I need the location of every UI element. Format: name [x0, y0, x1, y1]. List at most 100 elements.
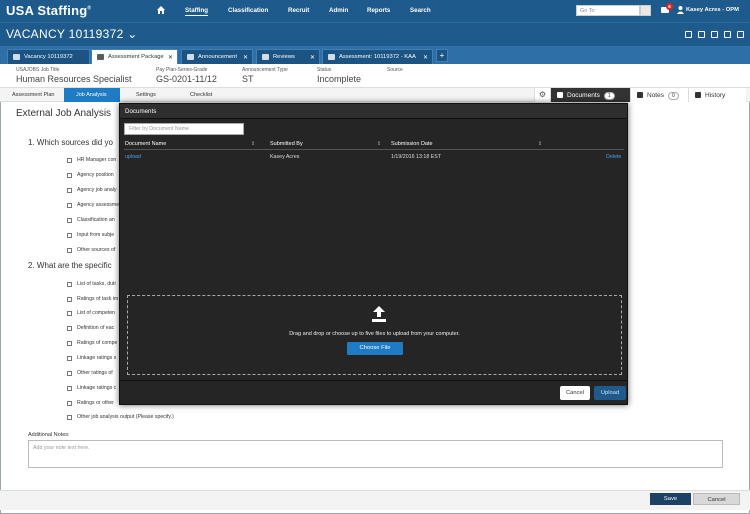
- document-filter-input[interactable]: Filter by Document Name: [124, 123, 244, 135]
- question-1: 1. Which sources did yo: [28, 138, 113, 147]
- col-document-name[interactable]: Document Name: [125, 141, 166, 147]
- checkbox[interactable]: [67, 385, 72, 391]
- checkbox[interactable]: [67, 296, 72, 302]
- upload-icon: [372, 306, 386, 322]
- checkbox[interactable]: [67, 172, 72, 178]
- nav-search[interactable]: Search: [410, 7, 431, 14]
- q2-option[interactable]: Other job analysis output (Please specif…: [67, 414, 174, 420]
- add-tab-button[interactable]: +: [436, 49, 448, 62]
- q2-option[interactable]: List of tasks, duti: [67, 281, 116, 287]
- question-2: 2. What are the specific: [28, 261, 112, 270]
- folder-icon: [13, 54, 20, 60]
- q2-option[interactable]: List of competen: [67, 310, 115, 316]
- tab-vacancy[interactable]: Vacancy 10119372: [7, 49, 90, 64]
- q2-option[interactable]: Ratings of compe: [67, 340, 117, 346]
- user-menu[interactable]: Kasey Acres - OPM: [686, 7, 739, 13]
- mail-count-badge: 6: [666, 3, 673, 10]
- checkbox[interactable]: [67, 217, 72, 223]
- sort-icon[interactable]: ⇕: [377, 141, 381, 147]
- documents-button[interactable]: Documents 1: [550, 88, 630, 102]
- col-submission-date[interactable]: Submission Date: [391, 141, 433, 147]
- modal-upload-button[interactable]: Upload: [594, 386, 626, 400]
- job-title-label: USAJOBS Job Title: [16, 67, 60, 73]
- notes-textarea[interactable]: Add your note text here.: [28, 440, 723, 468]
- close-icon[interactable]: ✕: [243, 54, 248, 61]
- app-logo[interactable]: USA Staffing®: [6, 3, 91, 18]
- mail-icon[interactable]: [711, 31, 718, 38]
- modal-cancel-button[interactable]: Cancel: [560, 386, 590, 400]
- nav-admin[interactable]: Admin: [329, 7, 348, 14]
- q2-option[interactable]: Other ratings of: [67, 370, 113, 376]
- goto-input[interactable]: Go To: [576, 5, 640, 16]
- nav-reports[interactable]: Reports: [367, 7, 390, 14]
- step-job-analysis[interactable]: Job Analysis: [64, 88, 120, 102]
- sort-icon[interactable]: ⇕: [251, 141, 255, 147]
- checkbox[interactable]: [67, 340, 72, 346]
- close-icon[interactable]: ✕: [423, 54, 428, 61]
- pay-label: Pay Plan-Series-Grade: [156, 67, 208, 73]
- step-assessment-plan[interactable]: Assessment Plan: [0, 88, 62, 102]
- close-icon[interactable]: [737, 31, 744, 38]
- gear-icon[interactable]: ⚙: [534, 88, 550, 102]
- file-dropzone[interactable]: Drag and drop or choose up to five files…: [127, 295, 622, 375]
- q2-option[interactable]: Definition of eac: [67, 325, 114, 331]
- q1-option[interactable]: Agency position: [67, 172, 114, 178]
- status-label: Status: [317, 67, 332, 73]
- chevron-down-icon[interactable]: ⌄: [127, 27, 137, 41]
- choose-file-button[interactable]: Choose File: [347, 342, 403, 355]
- checkbox[interactable]: [67, 370, 72, 376]
- step-settings[interactable]: Settings: [124, 88, 174, 102]
- document-link[interactable]: upload: [125, 154, 141, 160]
- notes-button[interactable]: Notes 0: [630, 88, 688, 102]
- close-icon[interactable]: ✕: [168, 54, 173, 61]
- q1-option[interactable]: Classification an: [67, 217, 115, 223]
- checkbox[interactable]: [67, 414, 72, 420]
- nav-recruit[interactable]: Recruit: [288, 7, 309, 14]
- delete-link[interactable]: Delete: [606, 154, 621, 160]
- q1-option[interactable]: Other sources of: [67, 247, 115, 253]
- checkbox[interactable]: [67, 310, 72, 316]
- close-icon[interactable]: ✕: [310, 54, 315, 61]
- folder-icon[interactable]: [698, 31, 705, 38]
- col-submitted-by[interactable]: Submitted By: [270, 141, 303, 147]
- q1-option[interactable]: HR Manager con: [67, 157, 116, 163]
- nav-classification[interactable]: Classification: [228, 7, 268, 14]
- tab-assessment[interactable]: Assessment: 10119372 - KAA ✕: [322, 49, 433, 64]
- q1-option[interactable]: Agency assessme: [67, 202, 119, 208]
- source-label: Source: [387, 67, 403, 73]
- checkbox[interactable]: [67, 281, 72, 287]
- q2-option[interactable]: Linkage ratings c: [67, 385, 116, 391]
- home-icon[interactable]: [157, 6, 165, 14]
- checkbox[interactable]: [67, 232, 72, 238]
- document-icon: [97, 54, 104, 60]
- tab-assessment-package[interactable]: Assessment Package ✕: [91, 49, 178, 64]
- sort-icon[interactable]: ⇕: [538, 141, 542, 147]
- nav-staffing[interactable]: Staffing: [185, 7, 209, 16]
- notes-count: 0: [667, 92, 679, 100]
- print-icon[interactable]: [724, 31, 731, 38]
- cancel-button[interactable]: Cancel: [693, 493, 740, 505]
- step-checklist[interactable]: Checklist: [178, 88, 228, 102]
- q1-option[interactable]: Agency job analy: [67, 187, 117, 193]
- save-button[interactable]: Save: [650, 493, 691, 505]
- checkbox[interactable]: [67, 325, 72, 331]
- vacancy-title[interactable]: VACANCY 10119372 ⌄: [6, 27, 138, 41]
- history-icon: [695, 92, 701, 98]
- tab-reviews[interactable]: Reviews ✕: [256, 49, 320, 64]
- document-date: 1/19/2016 13:18 EST: [391, 154, 442, 160]
- checkbox[interactable]: [67, 202, 72, 208]
- q2-option[interactable]: Linkage ratings s: [67, 355, 116, 361]
- q2-option[interactable]: Ratings or other: [67, 400, 114, 406]
- goto-search-button[interactable]: [640, 5, 651, 16]
- checkbox[interactable]: [67, 247, 72, 253]
- document-icon: [557, 92, 563, 98]
- checkbox[interactable]: [67, 355, 72, 361]
- tab-announcement[interactable]: Announcement ✕: [181, 49, 253, 64]
- checklist-icon[interactable]: [685, 31, 692, 38]
- q2-option[interactable]: Ratings of task im: [67, 296, 118, 302]
- history-button[interactable]: History: [688, 88, 746, 102]
- checkbox[interactable]: [67, 157, 72, 163]
- q1-option[interactable]: Input from subje: [67, 232, 114, 238]
- checkbox[interactable]: [67, 187, 72, 193]
- checkbox[interactable]: [67, 400, 72, 406]
